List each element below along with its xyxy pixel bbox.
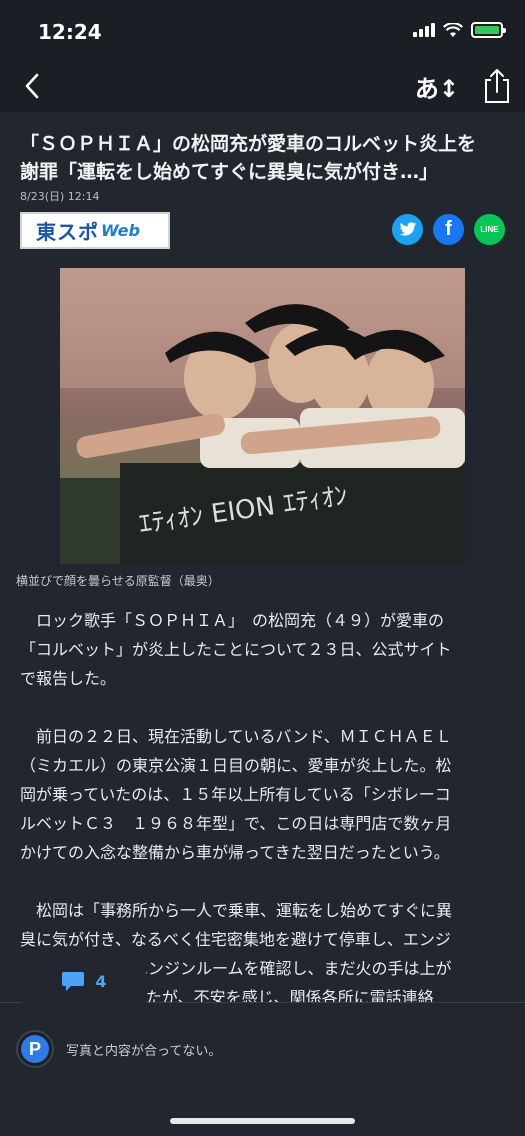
- share-button[interactable]: [481, 66, 513, 106]
- avatar-letter: P: [21, 1035, 49, 1063]
- article-photo[interactable]: ｴﾃｨｵﾝ EION ｴﾃｨｵﾝ: [60, 268, 465, 564]
- body-line: 前日の２２日、現在活動しているバンド、ＭＩＣＨＡＥＬ: [20, 727, 452, 746]
- photo-illustration: ｴﾃｨｵﾝ EION ｴﾃｨｵﾝ: [60, 268, 465, 564]
- wifi-icon: [443, 22, 463, 37]
- source-logo-main: 東スポ: [36, 220, 99, 244]
- comment-bubble-icon: [62, 972, 85, 991]
- nav-bar: あ↕: [0, 60, 525, 112]
- home-indicator[interactable]: [170, 1118, 355, 1124]
- article-headline: 「ＳＯＰＨＩＡ」の松岡充が愛車のコルベット炎上を 謝罪「運転をし始めてすぐに異臭…: [20, 130, 510, 186]
- share-icon: [485, 69, 509, 103]
- source-logo-web: Web: [101, 221, 140, 240]
- body-line: 岡が乗っていたのは、１５年以上所有している「シボレーコ: [20, 785, 451, 804]
- body-line: で報告した。: [20, 669, 117, 688]
- body-line: 松岡は「事務所から一人で乗車、運転をし始めてすぐに異: [20, 901, 453, 920]
- body-line: かけての入念な整備から車が帰ってきた翌日だったという。: [20, 843, 450, 862]
- article-date: 8/23(日) 12:14: [20, 190, 100, 203]
- latest-comment[interactable]: P 写真と内容が合ってない。: [16, 1030, 221, 1068]
- comments-tab[interactable]: 4: [22, 958, 146, 1004]
- avatar: P: [16, 1030, 54, 1068]
- status-time: 12:24: [38, 20, 102, 44]
- comments-panel: [0, 1002, 525, 1136]
- line-share-button[interactable]: LINE: [474, 214, 505, 245]
- chevron-left-icon: [25, 73, 39, 99]
- twitter-icon: [399, 222, 416, 236]
- body-line: （ミカエル）の東京公演１日目の朝に、愛車が炎上した。松: [20, 756, 452, 775]
- comment-count: 4: [95, 971, 107, 991]
- font-size-button[interactable]: あ↕: [415, 70, 459, 103]
- body-line: ロック歌手「ＳＯＰＨＩＡ」 の松岡充（４９）が愛車の: [20, 611, 445, 630]
- cellular-signal-icon: [413, 23, 435, 37]
- line-icon: LINE: [480, 225, 499, 234]
- status-icons: [413, 22, 506, 38]
- paragraph: 前日の２２日、現在活動しているバンド、ＭＩＣＨＡＥＬ （ミカエル）の東京公演１日…: [20, 722, 505, 867]
- twitter-share-button[interactable]: [392, 214, 423, 245]
- social-share-buttons: f LINE: [392, 214, 505, 245]
- body-line: ルベットＣ３ １９６８年型」で、この日は専門店で数ヶ月: [20, 814, 452, 833]
- comment-text: 写真と内容が合ってない。: [66, 1043, 222, 1059]
- paragraph: ロック歌手「ＳＯＰＨＩＡ」 の松岡充（４９）が愛車の 「コルベット」が炎上したこ…: [20, 606, 505, 693]
- facebook-share-button[interactable]: f: [433, 214, 464, 245]
- back-button[interactable]: [16, 68, 48, 104]
- headline-line: 「ＳＯＰＨＩＡ」の松岡充が愛車のコルベット炎上を: [20, 133, 477, 155]
- facebook-icon: f: [445, 218, 452, 240]
- status-bar: 12:24: [0, 0, 525, 60]
- source-logo[interactable]: 東スポ Web: [20, 212, 170, 249]
- battery-icon: [471, 22, 506, 38]
- body-line: 「コルベット」が炎上したことについて２３日、公式サイト: [20, 640, 452, 659]
- body-line: 臭に気が付き、なるべく住宅密集地を避けて停車し、エンジ: [20, 930, 451, 949]
- photo-caption: 横並びで顔を曇らせる原監督（最奥）: [16, 574, 220, 588]
- headline-line: 謝罪「運転をし始めてすぐに異臭に気が付き…」: [20, 161, 439, 183]
